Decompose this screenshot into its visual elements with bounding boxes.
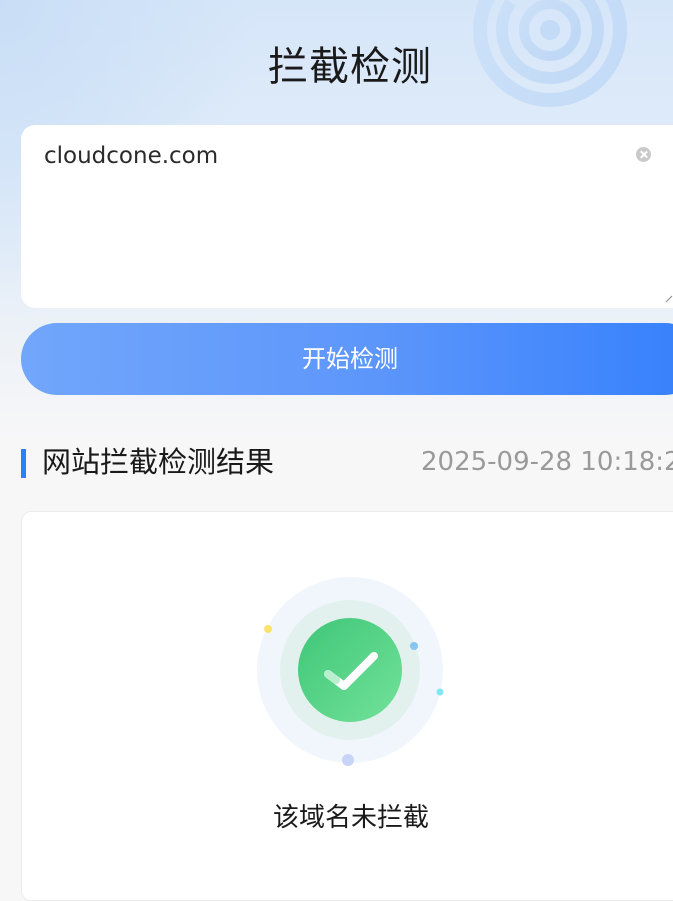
check-circle-icon [257,577,444,766]
result-card: 该域名未拦截 [21,511,673,901]
domain-input[interactable]: cloudcone.com [21,125,673,308]
clear-icon[interactable] [636,147,651,162]
start-detection-button[interactable]: 开始检测 [21,323,673,395]
start-button-label: 开始检测 [302,345,398,373]
section-accent-bar [21,449,26,478]
section-title: 网站拦截检测结果 [42,445,275,479]
result-timestamp: 2025-09-28 10:18:24 [421,447,673,477]
domain-input-value[interactable]: cloudcone.com [44,143,218,169]
result-header: 网站拦截检测结果 2025-09-28 10:18:24 [21,440,673,484]
status-text: 该域名未拦截 [272,803,429,833]
page-title: 拦截检测 [268,44,432,90]
resize-grip-icon[interactable] [665,295,673,303]
